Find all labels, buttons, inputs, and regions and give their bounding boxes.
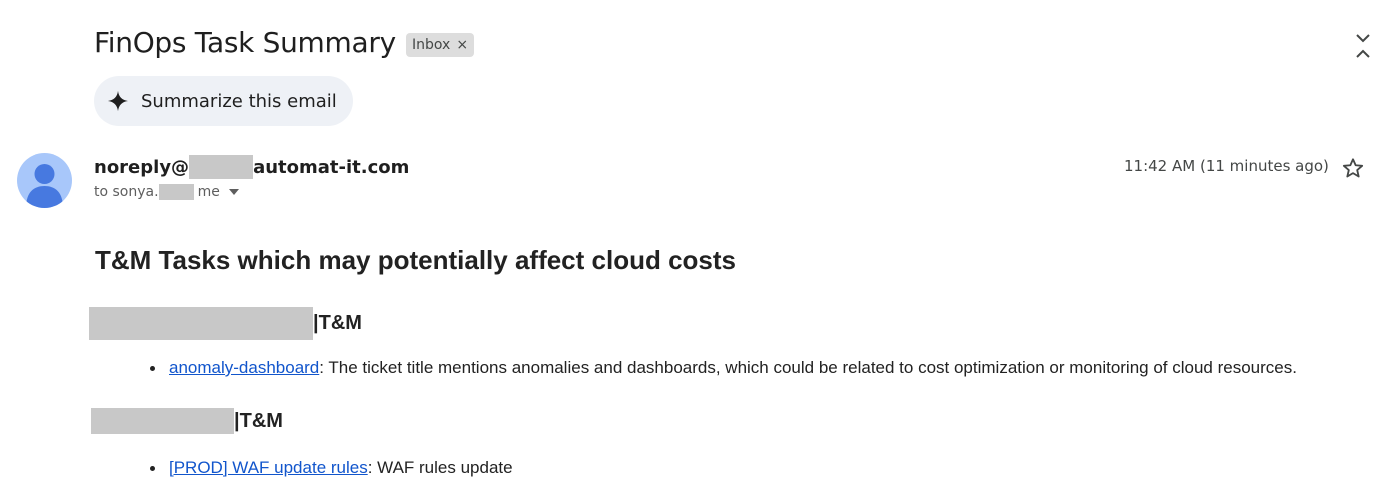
email-view: FinOps Task Summary Inbox × Summarize th… [0, 0, 1374, 502]
recipients-me: me [197, 184, 220, 200]
collapse-all-icon[interactable] [1352, 32, 1374, 60]
section-heading: |T&M [91, 408, 283, 434]
caret-down-icon[interactable] [228, 189, 239, 195]
recipients-line: to sonya. me [94, 184, 239, 200]
ticket-description: : WAF rules update [367, 458, 513, 477]
redacted-block [189, 155, 254, 179]
email-subject: FinOps Task Summary [94, 26, 396, 59]
sender-domain: automat-it.com [253, 156, 410, 178]
bullet [150, 365, 155, 371]
list-item: [PROD] WAF update rules : WAF rules upda… [150, 458, 513, 478]
redacted-block [158, 184, 194, 200]
remove-label-icon[interactable]: × [456, 37, 468, 53]
summarize-email-button[interactable]: Summarize this email [94, 76, 353, 126]
sender-address[interactable]: noreply@ automat-it.com [94, 155, 409, 179]
email-timestamp: 11:42 AM (11 minutes ago) [1124, 157, 1329, 175]
summarize-button-label: Summarize this email [141, 90, 337, 112]
star-icon[interactable] [1342, 157, 1364, 179]
email-body-title: T&M Tasks which may potentially affect c… [95, 245, 736, 275]
ticket-link[interactable]: anomaly-dashboard [169, 358, 319, 378]
ticket-link[interactable]: [PROD] WAF update rules [169, 458, 368, 478]
section-heading-suffix: |T&M [313, 312, 362, 334]
inbox-label-chip[interactable]: Inbox × [406, 33, 475, 57]
sender-avatar[interactable] [17, 153, 72, 208]
default-avatar-icon [26, 164, 63, 208]
list-item: anomaly-dashboard : The ticket title men… [150, 358, 1297, 378]
redacted-block [91, 408, 234, 434]
label-chip-text: Inbox [412, 37, 451, 53]
sparkle-icon [107, 90, 129, 112]
bullet [150, 465, 155, 471]
section-heading: |T&M [89, 307, 362, 340]
ticket-description: : The ticket title mentions anomalies an… [319, 358, 1297, 377]
section-heading-suffix: |T&M [234, 409, 283, 432]
recipients-to: to sonya. [94, 184, 159, 200]
redacted-block [89, 307, 313, 340]
sender-prefix: noreply@ [94, 156, 190, 178]
